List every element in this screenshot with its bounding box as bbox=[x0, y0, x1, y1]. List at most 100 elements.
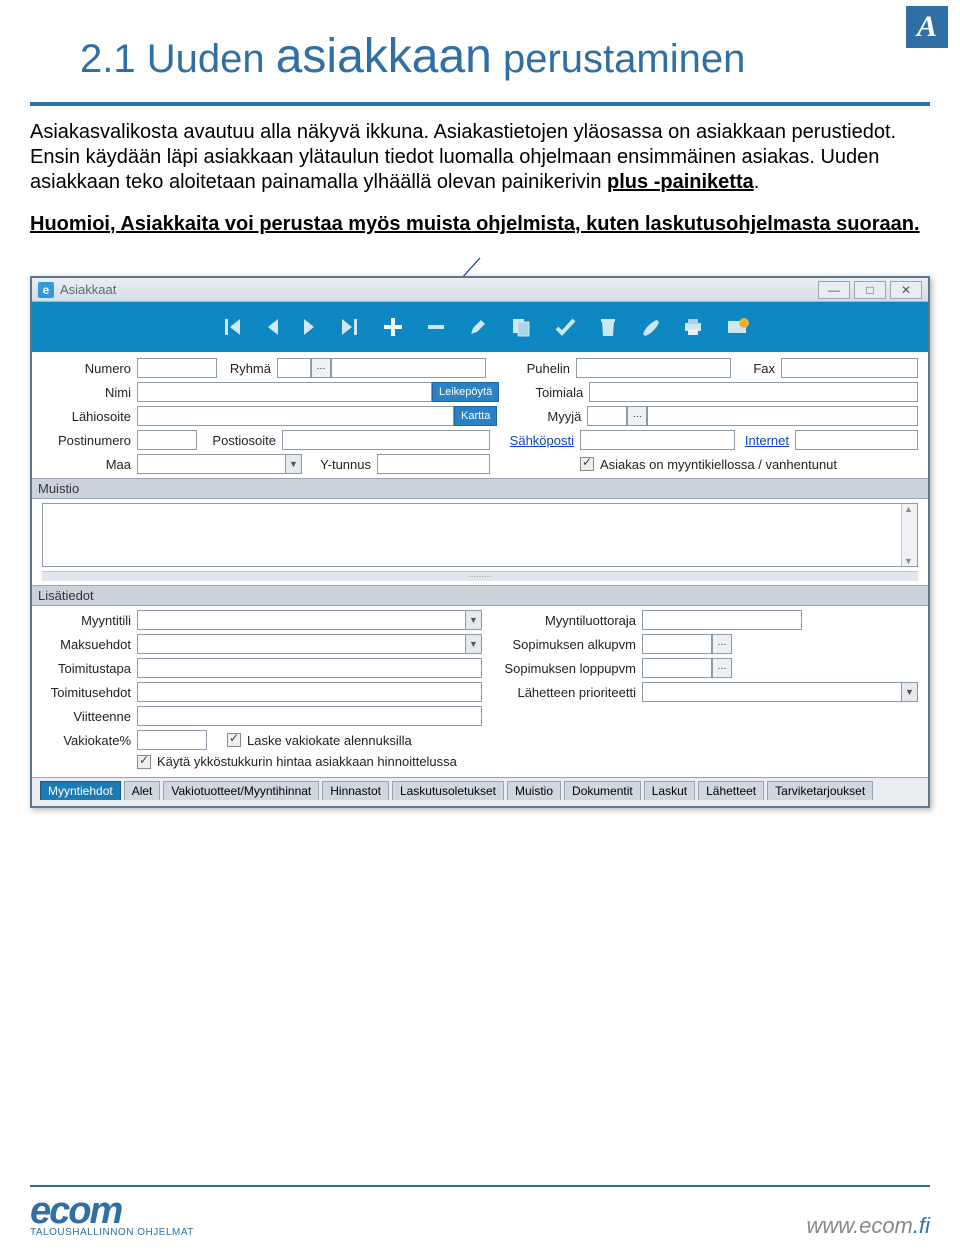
numero-input[interactable] bbox=[137, 358, 217, 378]
lbl-kayta-ykkos: Käytä ykköstukkurin hintaa asiakkaan hin… bbox=[157, 754, 457, 769]
leikepoyta-button[interactable]: Leikepöytä bbox=[432, 382, 499, 402]
scrollbar[interactable] bbox=[901, 504, 917, 566]
brush-icon[interactable] bbox=[640, 317, 660, 337]
memo-resize-handle[interactable]: ⋯⋯⋯ bbox=[42, 571, 918, 581]
postiosoite-input[interactable] bbox=[282, 430, 490, 450]
tab-laskutusoletukset[interactable]: Laskutusoletukset bbox=[392, 781, 504, 800]
ecom-logo: ecom TALOUSHALLINNON OHJELMAT bbox=[30, 1195, 194, 1239]
intro-paragraph: Asiakasvalikosta avautuu alla näkyvä ikk… bbox=[30, 120, 930, 195]
lbl-viitteenne: Viitteenne bbox=[42, 709, 137, 724]
tab-lahetteet[interactable]: Lähetteet bbox=[698, 781, 764, 800]
toimitusehdot-input[interactable] bbox=[137, 682, 482, 702]
puhelin-input[interactable] bbox=[576, 358, 731, 378]
lbl-lahiosoite: Lähiosoite bbox=[42, 409, 137, 424]
internet-input[interactable] bbox=[795, 430, 918, 450]
footer-rule bbox=[30, 1185, 930, 1187]
app-window: e Asiakkaat — □ ✕ Numero bbox=[30, 276, 930, 808]
fax-input[interactable] bbox=[781, 358, 918, 378]
add-record-icon[interactable] bbox=[382, 316, 404, 338]
tab-alet[interactable]: Alet bbox=[124, 781, 161, 800]
mail-icon[interactable] bbox=[726, 317, 750, 337]
bottom-tabs: Myyntiehdot Alet Vakiotuotteet/Myyntihin… bbox=[32, 777, 928, 806]
soploppu-input[interactable] bbox=[642, 658, 712, 678]
kayta-ykkos-checkbox[interactable] bbox=[137, 755, 151, 769]
postinumero-input[interactable] bbox=[137, 430, 197, 450]
lbl-fax: Fax bbox=[731, 361, 781, 376]
toimiala-input[interactable] bbox=[589, 382, 918, 402]
toimitustapa-input[interactable] bbox=[137, 658, 482, 678]
tab-laskut[interactable]: Laskut bbox=[644, 781, 695, 800]
confirm-icon[interactable] bbox=[554, 316, 576, 338]
logo-subtitle: TALOUSHALLINNON OHJELMAT bbox=[30, 1227, 194, 1239]
lbl-myyntikielto: Asiakas on myyntikiellossa / vanhentunut bbox=[600, 457, 837, 472]
ytunnus-input[interactable] bbox=[377, 454, 490, 474]
edit-icon[interactable] bbox=[468, 317, 488, 337]
sahkoposti-input[interactable] bbox=[580, 430, 735, 450]
section-lisatiedot: Lisätiedot bbox=[32, 585, 928, 606]
lbl-sahkoposti[interactable]: Sähköposti bbox=[490, 433, 580, 448]
intro-text: Asiakasvalikosta avautuu alla näkyvä ikk… bbox=[30, 121, 896, 193]
lbl-myyja: Myyjä bbox=[497, 409, 587, 424]
remove-record-icon[interactable] bbox=[426, 317, 446, 337]
tab-myyntiehdot[interactable]: Myyntiehdot bbox=[40, 781, 121, 800]
lbl-postinumero: Postinumero bbox=[42, 433, 137, 448]
lbl-maksuehdot: Maksuehdot bbox=[42, 637, 137, 652]
tab-muistio[interactable]: Muistio bbox=[507, 781, 561, 800]
lbl-internet[interactable]: Internet bbox=[735, 433, 795, 448]
sopalku-picker[interactable]: ⋯ bbox=[712, 634, 732, 654]
print-icon[interactable] bbox=[682, 317, 704, 337]
myyntikielto-checkbox[interactable] bbox=[580, 457, 594, 471]
maa-select[interactable]: ▼ bbox=[137, 454, 302, 474]
prev-record-icon[interactable] bbox=[264, 317, 280, 337]
sopalku-input[interactable] bbox=[642, 634, 712, 654]
window-min-button[interactable]: — bbox=[818, 281, 850, 299]
lbl-toimiala: Toimiala bbox=[499, 385, 589, 400]
vakiokate-input[interactable] bbox=[137, 730, 207, 750]
corner-badge: A bbox=[906, 6, 948, 48]
tab-hinnastot[interactable]: Hinnastot bbox=[322, 781, 389, 800]
lahiosoite-input[interactable] bbox=[137, 406, 454, 426]
ryhma-name-input[interactable] bbox=[331, 358, 486, 378]
window-close-button[interactable]: ✕ bbox=[890, 281, 922, 299]
maksuehdot-select[interactable]: ▼ bbox=[137, 634, 482, 654]
copy-icon[interactable] bbox=[510, 316, 532, 338]
lbl-luottoraja: Myyntiluottoraja bbox=[482, 613, 642, 628]
myyja-code-input[interactable] bbox=[587, 406, 627, 426]
ryhma-code-input[interactable] bbox=[277, 358, 311, 378]
title-big: asiakkaan bbox=[276, 30, 492, 83]
viitteenne-input[interactable] bbox=[137, 706, 482, 726]
app-icon: e bbox=[38, 282, 54, 298]
laske-vakiokate-checkbox[interactable] bbox=[227, 733, 241, 747]
lbl-ryhma: Ryhmä bbox=[217, 361, 277, 376]
soploppu-picker[interactable]: ⋯ bbox=[712, 658, 732, 678]
myyja-name-input[interactable] bbox=[647, 406, 918, 426]
url-tld: .fi bbox=[913, 1213, 930, 1238]
muistio-textarea[interactable] bbox=[42, 503, 918, 567]
logo-text: ecom bbox=[30, 1195, 194, 1227]
lbl-toimitustapa: Toimitustapa bbox=[42, 661, 137, 676]
page-title: 2.1 Uuden asiakkaan perustaminen bbox=[80, 29, 930, 84]
kartta-button[interactable]: Kartta bbox=[454, 406, 497, 426]
myyntitili-select[interactable]: ▼ bbox=[137, 610, 482, 630]
myyja-picker[interactable]: ⋯ bbox=[627, 406, 647, 426]
lbl-ytunnus: Y-tunnus bbox=[302, 457, 377, 472]
tab-dokumentit[interactable]: Dokumentit bbox=[564, 781, 641, 800]
delete-icon[interactable] bbox=[598, 316, 618, 338]
title-prefix: 2.1 Uuden bbox=[80, 37, 276, 81]
ryhma-picker[interactable]: ⋯ bbox=[311, 358, 331, 378]
footer-url: www.ecom.fi bbox=[807, 1213, 930, 1239]
last-record-icon[interactable] bbox=[340, 317, 360, 337]
lbl-postiosoite: Postiosoite bbox=[197, 433, 282, 448]
nimi-input[interactable] bbox=[137, 382, 432, 402]
title-suffix: perustaminen bbox=[492, 37, 745, 81]
next-record-icon[interactable] bbox=[302, 317, 318, 337]
prioriteetti-select[interactable]: ▼ bbox=[642, 682, 918, 702]
window-titlebar: e Asiakkaat — □ ✕ bbox=[32, 278, 928, 302]
tab-vakiotuotteet[interactable]: Vakiotuotteet/Myyntihinnat bbox=[163, 781, 319, 800]
luottoraja-input[interactable] bbox=[642, 610, 802, 630]
window-max-button[interactable]: □ bbox=[854, 281, 886, 299]
lbl-toimitusehdot: Toimitusehdot bbox=[42, 685, 137, 700]
first-record-icon[interactable] bbox=[222, 317, 242, 337]
tab-tarviketarjoukset[interactable]: Tarviketarjoukset bbox=[767, 781, 873, 800]
lbl-sopalku: Sopimuksen alkupvm bbox=[482, 637, 642, 652]
